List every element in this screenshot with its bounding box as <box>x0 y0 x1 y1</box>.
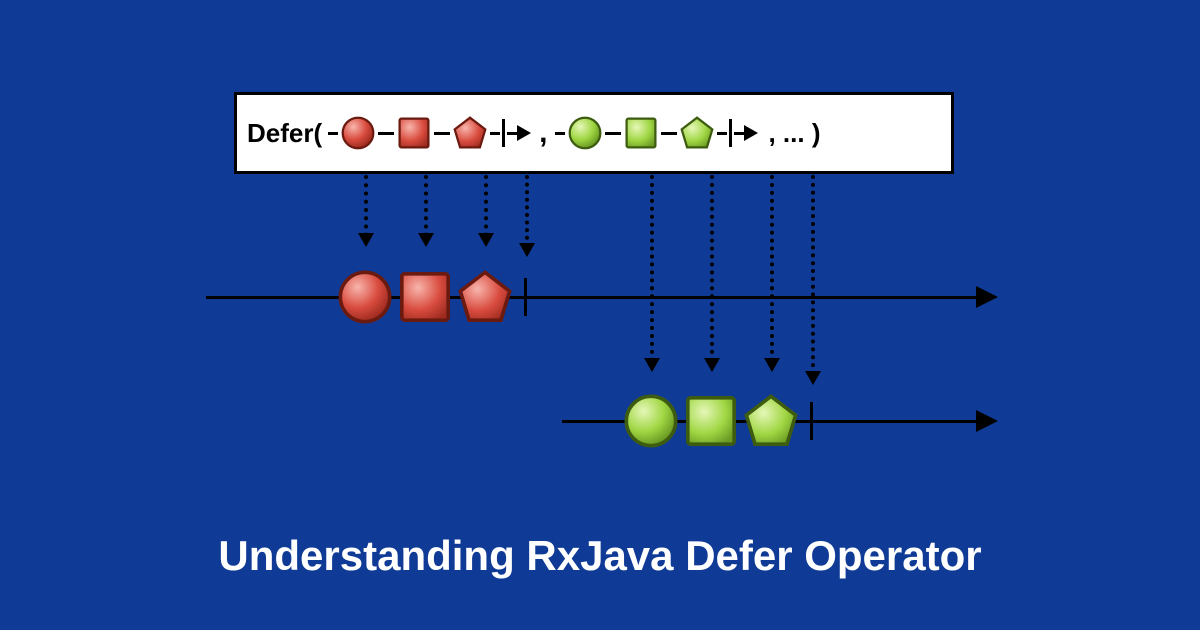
ellipsis-label: , ... ) <box>768 118 820 149</box>
square-icon <box>682 392 740 450</box>
separator-comma: , <box>539 116 547 150</box>
defer-operator-box: Defer( , <box>234 92 954 174</box>
arrow-right-icon <box>976 286 998 308</box>
pentagon-icon <box>742 392 800 450</box>
complete-tick-icon <box>729 119 732 147</box>
square-icon <box>396 268 454 326</box>
square-icon <box>623 115 659 151</box>
complete-tick-icon <box>502 119 505 147</box>
dashed-arrow-icon <box>770 175 774 370</box>
pentagon-icon <box>452 115 488 151</box>
line-segment <box>490 132 500 135</box>
line-segment <box>434 132 450 135</box>
square-icon <box>396 115 432 151</box>
line-segment <box>507 132 517 135</box>
line-segment <box>661 132 677 135</box>
arrow-right-icon <box>744 125 758 141</box>
page-title: Understanding RxJava Defer Operator <box>0 532 1200 580</box>
line-segment <box>734 132 744 135</box>
defer-label: Defer( <box>247 118 322 149</box>
dashed-arrow-icon <box>364 175 368 245</box>
mini-timeline-green <box>555 115 758 151</box>
complete-tick-icon <box>810 402 813 440</box>
mini-timeline-red <box>328 115 531 151</box>
pentagon-icon <box>456 268 514 326</box>
output-timeline-1 <box>206 296 976 299</box>
dashed-arrow-icon <box>424 175 428 245</box>
dashed-arrow-icon <box>710 175 714 370</box>
line-segment <box>555 132 565 135</box>
pentagon-icon <box>679 115 715 151</box>
circle-icon <box>340 115 376 151</box>
dashed-arrow-icon <box>484 175 488 245</box>
line-segment <box>605 132 621 135</box>
arrow-right-icon <box>517 125 531 141</box>
line-segment <box>378 132 394 135</box>
arrow-right-icon <box>976 410 998 432</box>
circle-icon <box>622 392 680 450</box>
line-segment <box>717 132 727 135</box>
dashed-arrow-icon <box>811 175 815 383</box>
complete-tick-icon <box>524 278 527 316</box>
dashed-arrow-icon <box>525 175 529 255</box>
circle-icon <box>336 268 394 326</box>
circle-icon <box>567 115 603 151</box>
line-segment <box>328 132 338 135</box>
dashed-arrow-icon <box>650 175 654 370</box>
